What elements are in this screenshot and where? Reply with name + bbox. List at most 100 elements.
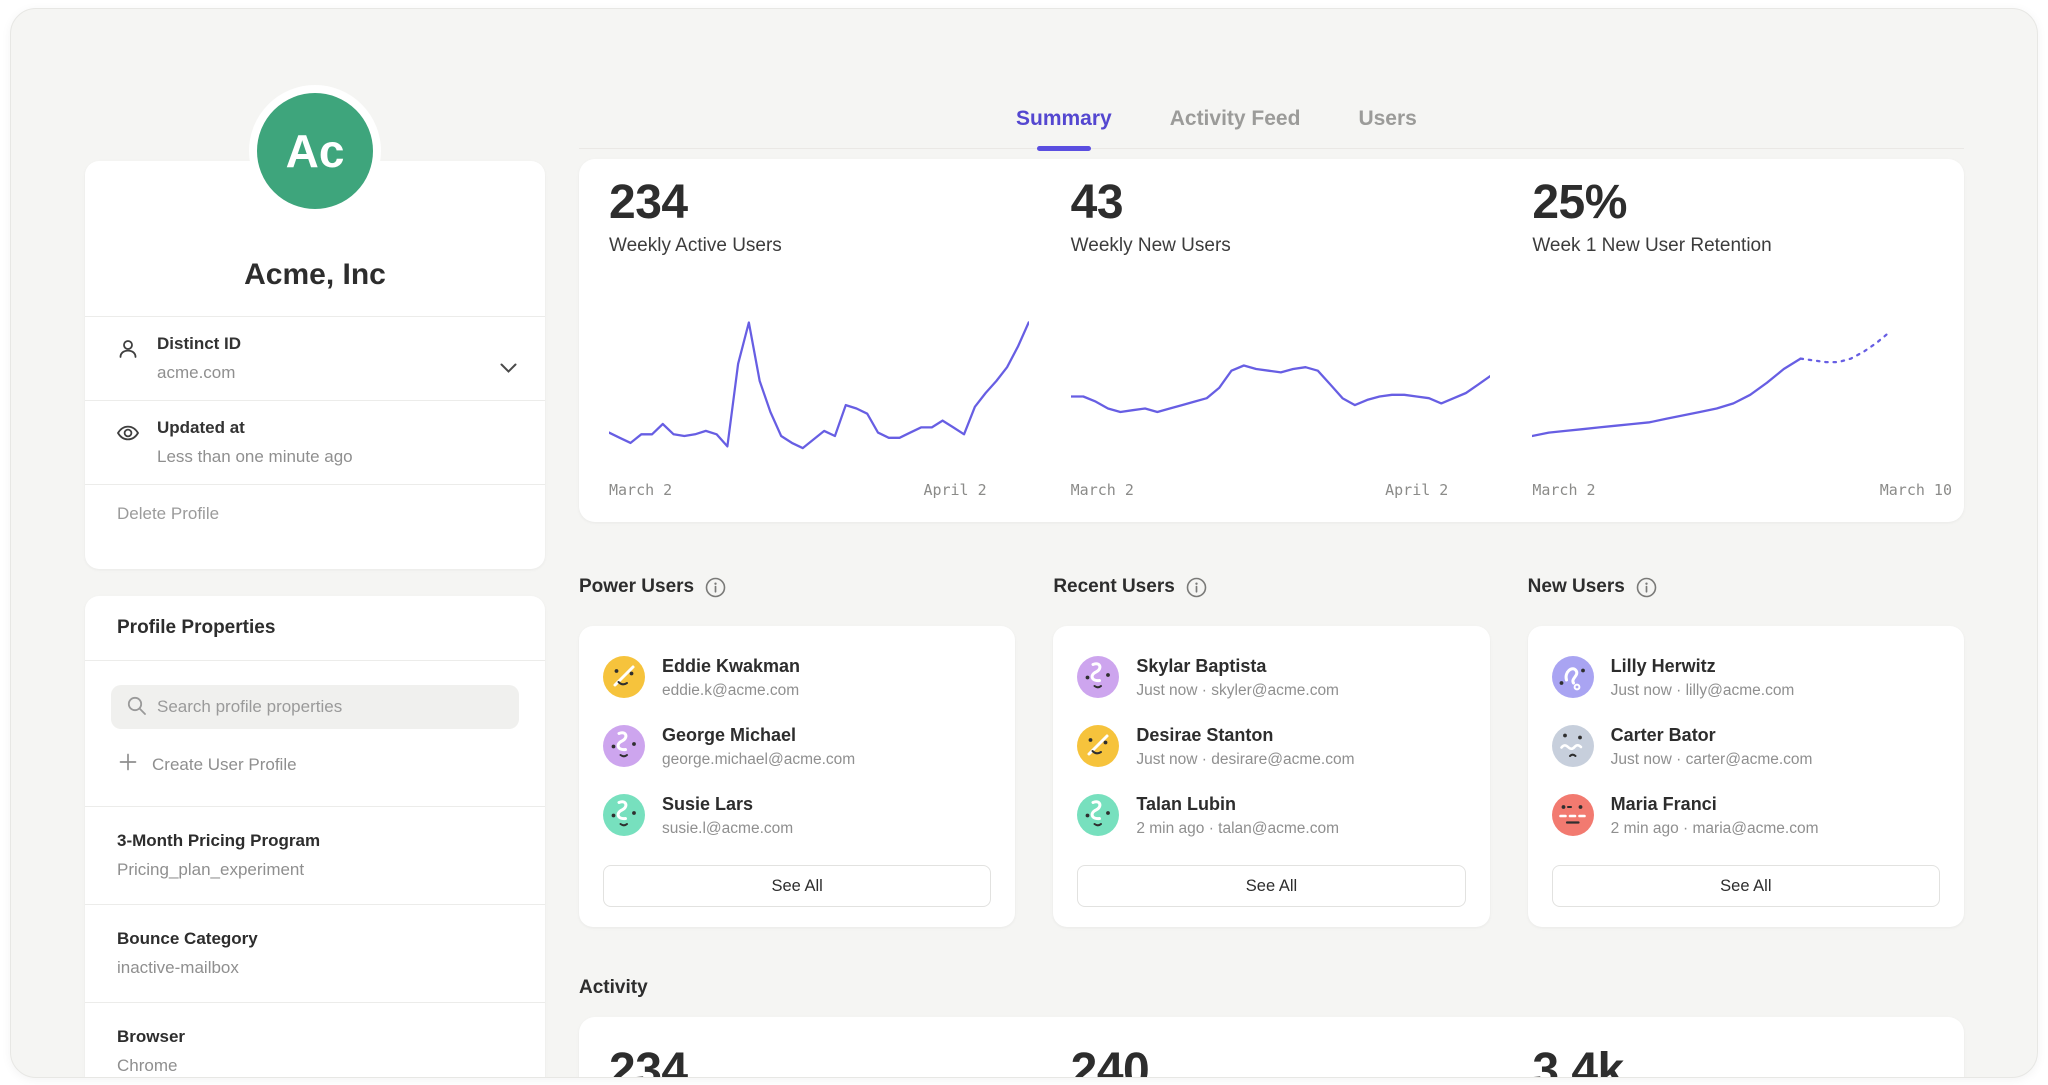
- stat-value: 234: [609, 175, 1029, 230]
- section-new-users: New UsersLilly HerwitzJust now · lilly@a…: [1528, 574, 1964, 927]
- user-subtext: 2 min ago · maria@acme.com: [1611, 820, 1819, 838]
- user-name: George Michael: [662, 725, 855, 746]
- user-subtext: susie.l@acme.com: [662, 820, 793, 838]
- property-label: 3-Month Pricing Program: [117, 831, 513, 851]
- section-title: Recent Users: [1053, 576, 1174, 598]
- page-title: Acme, Inc: [244, 258, 386, 292]
- user-list-card: Lilly Herwitz Just now · lilly@acme.com Ca…: [1528, 626, 1964, 927]
- x-axis-tick-start: March 2: [1532, 481, 1595, 499]
- profile-properties-title: Profile Properties: [85, 596, 545, 660]
- user-row-desirae-stanton[interactable]: Desirae Stanton Just now · desirare@acme.…: [1077, 725, 1465, 769]
- user-avatar-squiggle-face: [1077, 656, 1119, 698]
- user-subtext: george.michael@acme.com: [662, 751, 855, 769]
- activity-card: 2342403.4k: [579, 1017, 1964, 1078]
- user-list-card: Eddie Kwakman eddie.k@acme.com George Mich…: [579, 626, 1015, 927]
- chevron-down-icon[interactable]: [500, 361, 517, 379]
- user-row-maria-franci[interactable]: Maria Franci2 min ago · maria@acme.com: [1552, 794, 1940, 838]
- user-subtext: Just now · skyler@acme.com: [1136, 682, 1339, 700]
- search-input[interactable]: [157, 697, 504, 717]
- section-recent-users: Recent Users Skylar Baptista Just now · sk…: [1053, 574, 1489, 927]
- user-subtext: Just now · desirare@acme.com: [1136, 751, 1354, 769]
- tab-bar: Summary Activity Feed Users: [579, 107, 1964, 149]
- user-name: Talan Lubin: [1136, 794, 1339, 815]
- user-avatar-squiggle-face: [603, 725, 645, 767]
- user-name: Skylar Baptista: [1136, 656, 1339, 677]
- profile-properties-card: Profile Properties Create User Profile 3…: [85, 596, 545, 1078]
- field-value: acme.com: [157, 363, 489, 383]
- x-axis-tick-start: March 2: [1071, 481, 1134, 499]
- property-row-3-month-pricing-program[interactable]: 3-Month Pricing Program Pricing_plan_expe…: [85, 806, 545, 904]
- user-row-skylar-baptista[interactable]: Skylar Baptista Just now · skyler@acme.co…: [1077, 656, 1465, 700]
- user-row-eddie-kwakman[interactable]: Eddie Kwakman eddie.k@acme.com: [603, 656, 991, 700]
- user-subtext: Just now · carter@acme.com: [1611, 751, 1813, 769]
- user-name: Carter Bator: [1611, 725, 1813, 746]
- property-row-browser[interactable]: Browser Chrome: [85, 1002, 545, 1078]
- field-value: Less than one minute ago: [157, 447, 489, 467]
- section-title: Power Users: [579, 576, 694, 598]
- profile-field-distinct-id: Distinct ID acme.com: [85, 316, 545, 400]
- activity-stat-value: 240: [1041, 1017, 1503, 1078]
- tab-summary[interactable]: Summary: [1016, 107, 1112, 148]
- info-icon[interactable]: [705, 577, 726, 598]
- x-axis-tick-end: April 2: [1385, 481, 1448, 499]
- x-axis-tick-end: March 10: [1880, 481, 1952, 499]
- property-label: Bounce Category: [117, 929, 513, 949]
- user-avatar-squiggle-face: [603, 794, 645, 836]
- sparkline-weekly-active-users: [609, 291, 1029, 471]
- stat-column-weekly-active-users: 234Weekly Active UsersMarch 2April 2: [579, 159, 1041, 522]
- property-value: inactive-mailbox: [117, 958, 513, 978]
- create-user-profile-button[interactable]: Create User Profile: [111, 753, 519, 776]
- stat-column-weekly-new-users: 43Weekly New UsersMarch 2April 2: [1041, 159, 1503, 522]
- user-list-card: Skylar Baptista Just now · skyler@acme.co…: [1053, 626, 1489, 927]
- user-row-george-michael[interactable]: George Michael george.michael@acme.com: [603, 725, 991, 769]
- user-name: Eddie Kwakman: [662, 656, 800, 677]
- user-name: Susie Lars: [662, 794, 793, 815]
- user-row-carter-bator[interactable]: Carter Bator Just now · carter@acme.com: [1552, 725, 1940, 769]
- profile-card: Acme, Inc Distinct ID acme.com Updated at L…: [85, 161, 545, 569]
- user-subtext: Just now · lilly@acme.com: [1611, 682, 1795, 700]
- sparkline-weekly-new-users: [1071, 291, 1491, 471]
- field-label: Distinct ID: [157, 334, 489, 354]
- user-avatar-flat-face: [1552, 794, 1594, 836]
- user-row-lilly-herwitz[interactable]: Lilly Herwitz Just now · lilly@acme.com: [1552, 656, 1940, 700]
- stat-value: 43: [1071, 175, 1491, 230]
- stat-column-week-1-new-user-retention: 25%Week 1 New User RetentionMarch 2March…: [1502, 159, 1964, 522]
- user-avatar-loop-face: [1552, 656, 1594, 698]
- tab-users[interactable]: Users: [1358, 107, 1416, 148]
- activity-stat-value: 3.4k: [1502, 1017, 1964, 1078]
- delete-profile-button[interactable]: Delete Profile: [85, 484, 545, 543]
- summary-stats-card: 234 Weekly Active Users March 2 April 2 43 We…: [579, 159, 1964, 522]
- user-subtext: eddie.k@acme.com: [662, 682, 800, 700]
- user-avatar-wink-face: [1077, 725, 1119, 767]
- user-avatar-squiggle-face: [1077, 794, 1119, 836]
- see-all-button[interactable]: See All: [1552, 865, 1940, 907]
- activity-section-title: Activity: [579, 977, 1964, 999]
- info-icon[interactable]: [1636, 577, 1657, 598]
- user-name: Desirae Stanton: [1136, 725, 1354, 746]
- see-all-button[interactable]: See All: [1077, 865, 1465, 907]
- property-value: Pricing_plan_experiment: [117, 860, 513, 880]
- see-all-button[interactable]: See All: [603, 865, 991, 907]
- property-label: Browser: [117, 1027, 513, 1047]
- x-axis-tick-end: April 2: [923, 481, 986, 499]
- property-row-bounce-category[interactable]: Bounce Category inactive-mailbox: [85, 904, 545, 1002]
- section-power-users: Power Users Eddie Kwakman eddie.k@acme.com…: [579, 574, 1015, 927]
- eye-icon: [115, 420, 141, 451]
- active-tab-underline: [1037, 146, 1091, 151]
- search-box: [111, 685, 519, 729]
- stat-label: Week 1 New User Retention: [1532, 235, 1952, 257]
- info-icon[interactable]: [1186, 577, 1207, 598]
- avatar: Ac: [249, 85, 381, 217]
- tab-activity-feed[interactable]: Activity Feed: [1170, 107, 1301, 148]
- user-row-susie-lars[interactable]: Susie Lars susie.l@acme.com: [603, 794, 991, 838]
- user-row-talan-lubin[interactable]: Talan Lubin2 min ago · talan@acme.com: [1077, 794, 1465, 838]
- user-avatar-wink-face: [603, 656, 645, 698]
- search-icon: [126, 695, 146, 720]
- user-name: Lilly Herwitz: [1611, 656, 1795, 677]
- property-value: Chrome: [117, 1056, 513, 1076]
- app-window: Ac Acme, Inc Distinct ID acme.com Updated …: [10, 8, 2038, 1078]
- profile-field-updated-at: Updated at Less than one minute ago: [85, 400, 545, 484]
- stat-label: Weekly Active Users: [609, 235, 1029, 257]
- field-label: Updated at: [157, 418, 489, 438]
- user-avatar-sleepy-face: [1552, 725, 1594, 767]
